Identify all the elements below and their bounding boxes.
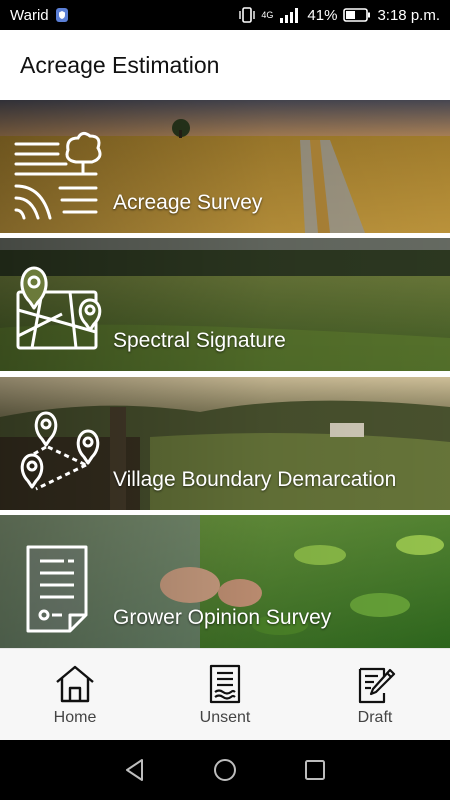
shield-icon	[55, 8, 68, 22]
nav-label-unsent: Unsent	[199, 708, 251, 726]
nav-unsent[interactable]: Unsent	[170, 663, 280, 727]
app-header: Acreage Estimation	[0, 30, 450, 100]
nav-label-draft: Draft	[357, 708, 393, 726]
nav-draft[interactable]: Draft	[320, 663, 430, 727]
home-icon	[56, 665, 94, 702]
spectral-signature-card[interactable]: Spectral Signature	[0, 238, 450, 371]
network-type: 4G	[261, 10, 274, 20]
map-pins-icon	[16, 266, 102, 350]
nav-label-home: Home	[53, 708, 97, 726]
page-title: Acreage Estimation	[20, 51, 220, 78]
menu-label: Spectral Signature	[113, 329, 286, 352]
status-bar: Warid 4G 41% 3:18 p.m.	[0, 0, 450, 30]
signal-icon	[280, 8, 299, 23]
field-tree-icon	[14, 131, 102, 220]
recent-apps-icon[interactable]	[302, 757, 328, 783]
draft-edit-icon	[358, 667, 396, 703]
battery-icon	[343, 8, 371, 22]
system-navigation-bar	[0, 740, 450, 800]
battery-percent: 41%	[307, 6, 338, 24]
vibrate-icon	[239, 7, 256, 23]
village-boundary-card[interactable]: Village Boundary Demarcation	[0, 377, 450, 510]
unsent-doc-icon	[209, 664, 241, 703]
grower-opinion-card[interactable]: Grower Opinion Survey	[0, 515, 450, 648]
carrier-name: Warid	[10, 6, 49, 24]
boundary-pins-icon	[20, 411, 100, 491]
status-right: 4G 41% 3:18 p.m.	[239, 6, 440, 24]
acreage-survey-card[interactable]: Acreage Survey	[0, 100, 450, 233]
menu-label: Village Boundary Demarcation	[113, 468, 397, 491]
status-left: Warid	[10, 7, 69, 24]
nav-home[interactable]: Home	[20, 663, 130, 727]
home-circle-icon[interactable]	[212, 757, 238, 783]
clock: 3:18 p.m.	[377, 6, 440, 24]
bottom-navigation: Home Unsent Draft	[0, 648, 450, 740]
back-icon[interactable]	[122, 757, 148, 783]
menu-label: Acreage Survey	[113, 191, 263, 214]
menu-label: Grower Opinion Survey	[113, 606, 332, 629]
document-icon	[26, 545, 88, 633]
